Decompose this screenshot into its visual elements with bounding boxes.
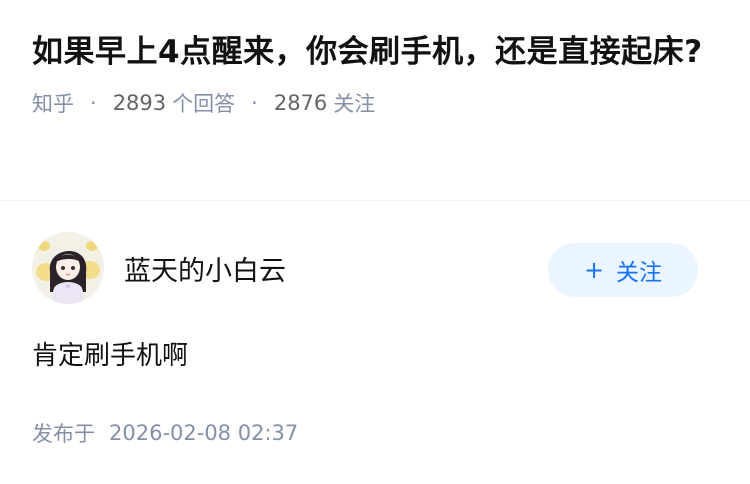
followers-label: 关注 — [333, 92, 376, 116]
plus-icon: + — [583, 256, 605, 284]
answers-count: 2893 — [112, 91, 167, 115]
publish-label: 发布于 — [32, 422, 95, 446]
author-row: 蓝天的小白云 + 关注 — [32, 232, 698, 304]
publish-info: 发布于 2026-02-08 02:37 — [32, 418, 298, 448]
source-label[interactable]: 知乎 — [32, 88, 74, 118]
follow-button-label: 关注 — [616, 260, 663, 286]
author-name[interactable]: 蓝天的小白云 — [124, 249, 548, 288]
question-title[interactable]: 如果早上4点醒来，你会刷手机，还是直接起床? — [32, 30, 722, 74]
avatar[interactable] — [32, 232, 104, 304]
divider — [0, 200, 750, 201]
followers-count: 2876 — [273, 91, 328, 115]
publish-datetime: 2026-02-08 02:37 — [109, 421, 299, 445]
follow-button[interactable]: + 关注 — [548, 243, 698, 297]
question-header: 如果早上4点醒来，你会刷手机，还是直接起床? 知乎 · 2893 个回答 · 2… — [32, 30, 722, 118]
anime-girl-avatar-icon — [32, 232, 104, 304]
meta-separator: · — [90, 91, 97, 115]
answers-label: 个回答 — [172, 92, 236, 116]
question-meta: 知乎 · 2893 个回答 · 2876 关注 — [32, 88, 722, 118]
answer-content[interactable]: 肯定刷手机啊 — [32, 338, 188, 374]
meta-separator: · — [251, 91, 258, 115]
